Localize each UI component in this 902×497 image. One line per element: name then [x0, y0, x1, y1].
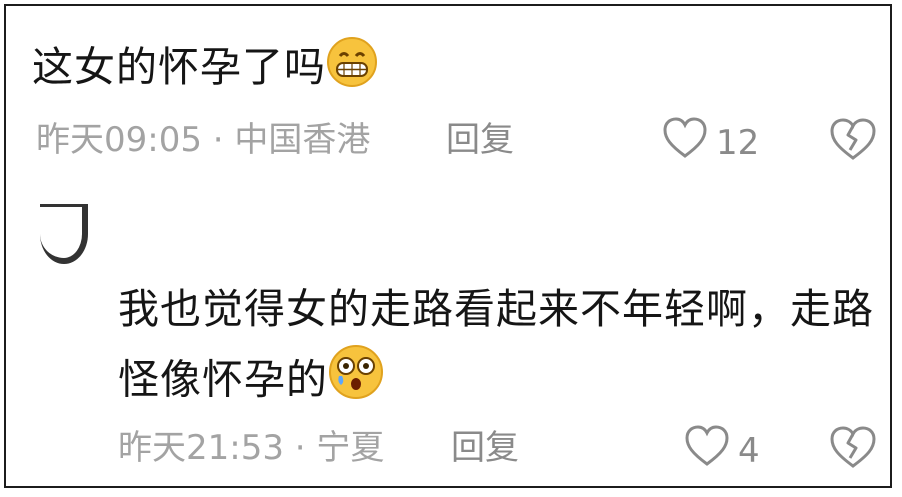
like-button[interactable]: 4 [684, 424, 760, 477]
broken-heart-icon [828, 426, 878, 474]
comment-time: 昨天09:05 [36, 120, 202, 160]
comment-text: 我也觉得女的走路看起来不年轻啊，走路怪像怀孕的 [118, 274, 888, 421]
reply-button[interactable]: 回复 [446, 120, 514, 160]
heart-icon [684, 424, 730, 477]
comment-time: 昨天21:53 [118, 428, 284, 468]
comment-location: 中国香港 [234, 120, 371, 160]
like-button[interactable]: 12 [662, 116, 759, 169]
comment-meta: 昨天09:05 · 中国香港 [36, 120, 371, 160]
dislike-button[interactable] [828, 116, 878, 166]
comment-location: 宁夏 [316, 428, 385, 468]
comment-body: 这女的怀孕了吗 [32, 43, 326, 91]
comment-text: 这女的怀孕了吗 [32, 36, 378, 104]
astonished-emoji-icon [328, 344, 384, 421]
avatar[interactable] [40, 204, 88, 264]
dislike-button[interactable] [828, 424, 878, 474]
broken-heart-icon [828, 118, 878, 166]
like-count: 12 [716, 122, 760, 163]
comment-meta: 昨天21:53 · 宁夏 [118, 428, 385, 468]
reply-button[interactable]: 回复 [451, 428, 519, 468]
comment-thread: 这女的怀孕了吗 昨天09:05 · 中国香港 回复 12 我也觉得女的走路看起来… [4, 4, 892, 488]
like-count: 4 [738, 430, 760, 471]
grin-emoji-icon [326, 36, 378, 104]
previous-content-edge [6, 6, 30, 12]
comment-body: 我也觉得女的走路看起来不年轻啊，走路怪像怀孕的 [118, 285, 874, 404]
heart-icon [662, 116, 708, 169]
